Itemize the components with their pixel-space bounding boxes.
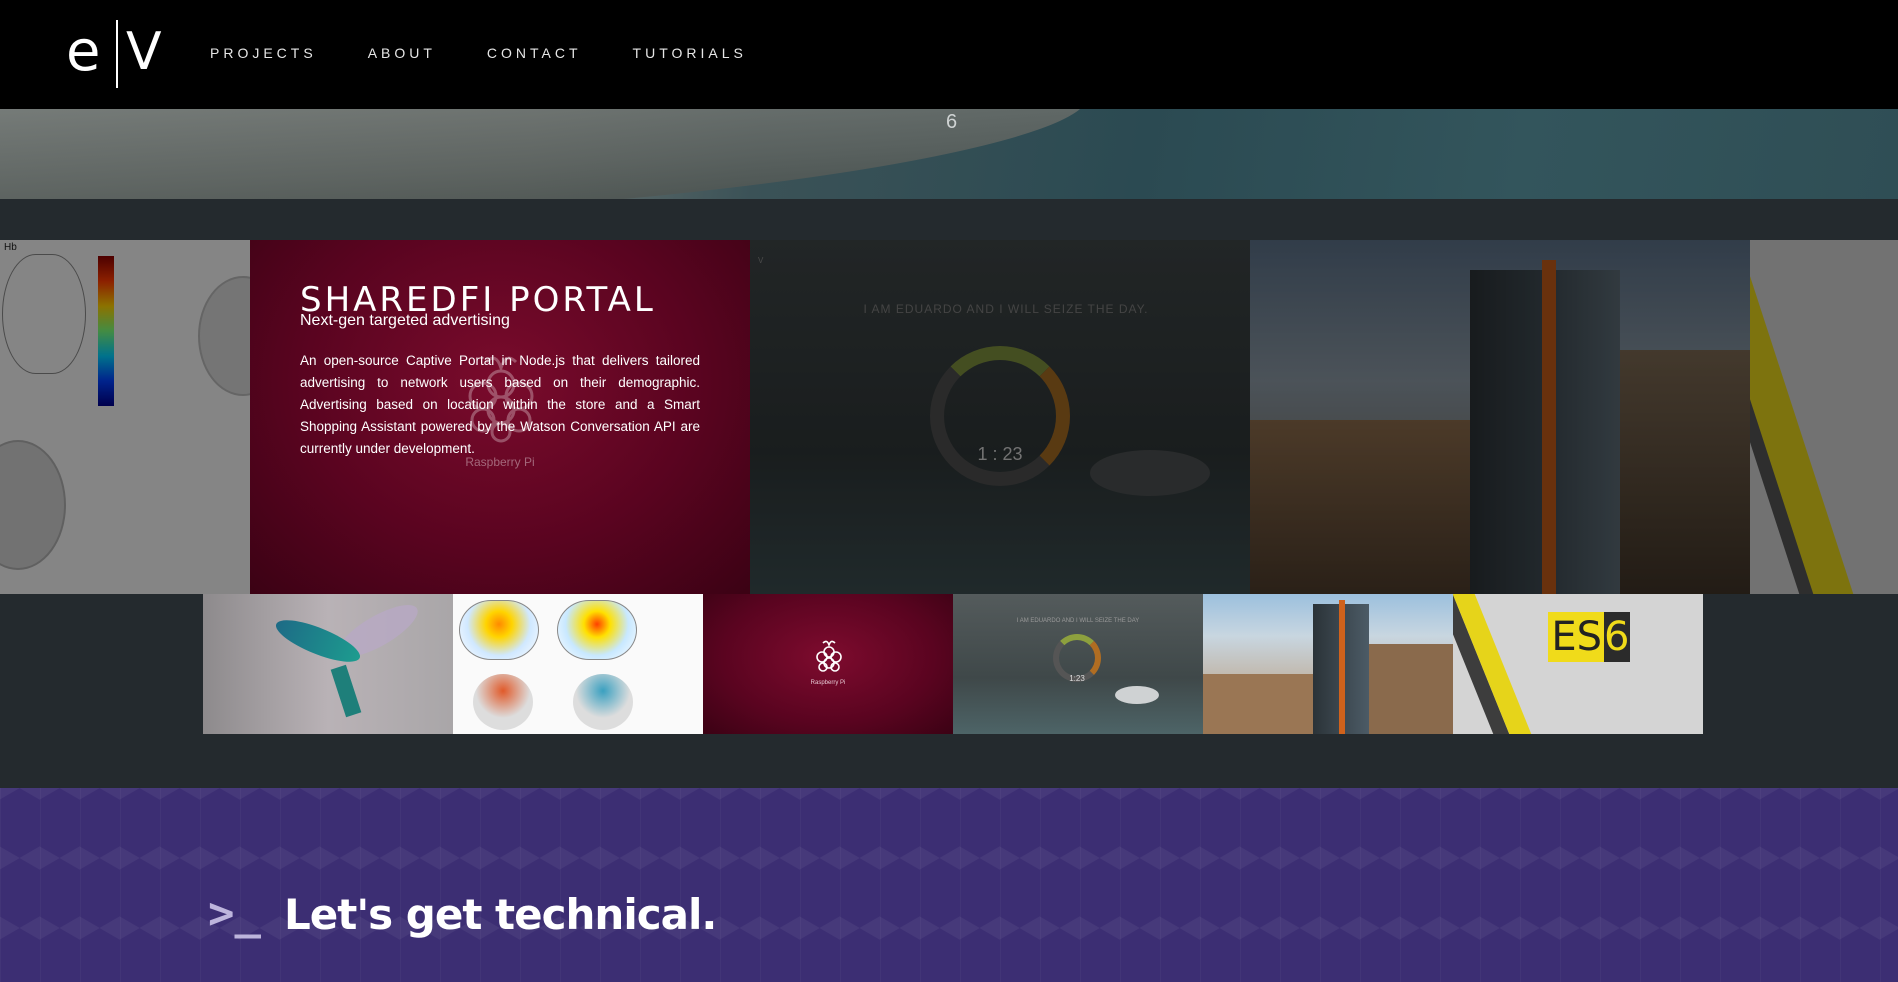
- bird-tail: [330, 664, 362, 718]
- thumbnail-brain[interactable]: [453, 594, 703, 734]
- slide-overlay: [1750, 240, 1898, 594]
- raspberry-pi-icon: [816, 640, 842, 672]
- slide-overlay: [1250, 240, 1750, 594]
- brain-image: [473, 674, 533, 730]
- nav-link-tutorials[interactable]: TUTORIALS: [633, 45, 747, 61]
- section-heading: Let's get technical.: [284, 890, 717, 939]
- thumbnail-strip: Raspberry Pi I AM EDUARDO AND I WILL SEI…: [203, 594, 1703, 734]
- raspberry-pi-label: Raspberry Pi: [810, 680, 846, 686]
- technical-section: >_ Let's get technical.: [0, 788, 1898, 982]
- es6-logo-six: 6: [1604, 612, 1630, 662]
- thumbnail-hummingbird[interactable]: [203, 594, 453, 734]
- slide-overlay: [750, 240, 1250, 594]
- nav-link-contact[interactable]: CONTACT: [487, 45, 582, 61]
- terminal-icon: >_: [208, 888, 261, 939]
- project-carousel: Hb Raspberry Pi SHAREDFI PORTAL Next-gen…: [0, 240, 1898, 594]
- carousel-slide-clock[interactable]: V I AM EDUARDO AND I WILL SEIZE THE DAY.…: [750, 240, 1250, 594]
- nav-link-about[interactable]: ABOUT: [368, 45, 436, 61]
- carousel-slide-city[interactable]: [1250, 240, 1750, 594]
- logo-letter-e: e: [66, 19, 101, 84]
- building-image: [1369, 644, 1453, 734]
- thumbnail-city[interactable]: [1203, 594, 1453, 734]
- site-logo[interactable]: e V: [66, 20, 166, 90]
- hero-banner: 6: [0, 109, 1898, 199]
- logo-letter-v: V: [126, 22, 162, 82]
- nav-link-projects[interactable]: PROJECTS: [210, 45, 317, 61]
- es6-logo-es: ES: [1548, 612, 1604, 662]
- navbar: e V PROJECTS ABOUT CONTACT TUTORIALS: [0, 0, 1898, 109]
- project-description: An open-source Captive Portal in Node.js…: [300, 353, 700, 456]
- slide-overlay: [0, 240, 250, 594]
- main-menu: PROJECTS ABOUT CONTACT TUTORIALS: [210, 45, 798, 61]
- thumbnail-clock[interactable]: I AM EDUARDO AND I WILL SEIZE THE DAY 1:…: [953, 594, 1203, 734]
- carousel-slide-es6[interactable]: [1750, 240, 1898, 594]
- brain-image: [573, 674, 633, 730]
- brain-map-image: [459, 600, 539, 660]
- carousel-slide-brain[interactable]: Hb: [0, 240, 250, 594]
- brain-map-image: [557, 600, 637, 660]
- project-subtitle: Next-gen targeted advertising: [300, 312, 510, 329]
- tower-stripe: [1339, 600, 1345, 734]
- clock-greeting: I AM EDUARDO AND I WILL SEIZE THE DAY: [1016, 618, 1140, 624]
- building-image: [1203, 674, 1313, 734]
- thumbnail-raspberry-pi[interactable]: Raspberry Pi: [703, 594, 953, 734]
- hero-text-fragment: 6: [946, 111, 958, 133]
- clock-time: 1:23: [1069, 674, 1085, 683]
- logo-divider: [116, 20, 118, 88]
- thumbnail-es6[interactable]: ES 6: [1453, 594, 1703, 734]
- carousel-slide-sharedfi[interactable]: Raspberry Pi SHAREDFI PORTAL Next-gen ta…: [250, 240, 750, 594]
- mouse-image: [1115, 686, 1159, 704]
- es6-logo: ES 6: [1548, 612, 1630, 662]
